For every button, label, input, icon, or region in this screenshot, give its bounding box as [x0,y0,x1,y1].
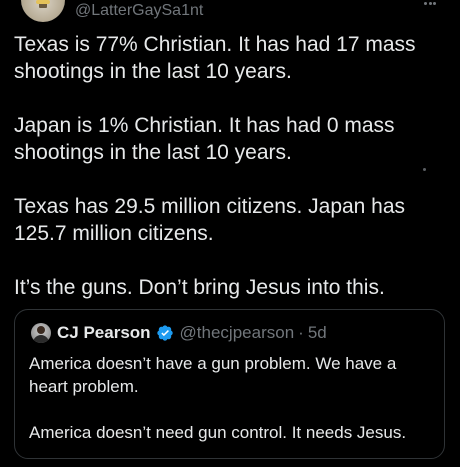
quoted-author-avatar[interactable] [31,323,51,343]
quoted-paragraph: America doesn’t need gun control. It nee… [29,423,407,442]
quoted-timestamp[interactable]: 5d [308,323,327,343]
tweet-body: Texas is 77% Christian. It has had 17 ma… [14,31,446,328]
author-handle[interactable]: @LatterGaySa1nt [75,2,203,20]
avatar-shoulders [33,335,49,343]
tweet-paragraph: Texas has 29.5 million citizens. Japan h… [14,195,406,245]
author-avatar[interactable] [21,0,65,22]
quoted-tweet-body: America doesn’t have a gun problem. We h… [29,352,434,467]
tweet-paragraph: Texas is 77% Christian. It has had 17 ma… [14,33,416,83]
quoted-tweet-header: CJ Pearson @thecjpearson · 5d [31,322,327,344]
tweet-paragraph: It’s the guns. Don’t bring Jesus into th… [14,276,385,299]
quoted-paragraph: America doesn’t have a gun problem. We h… [29,354,397,396]
quoted-tweet[interactable]: CJ Pearson @thecjpearson · 5d America do… [14,309,445,459]
tweet-paragraph: Japan is 1% Christian. It has had 0 mass… [14,114,395,164]
quoted-author-handle[interactable]: @thecjpearson [180,323,295,343]
tweet: @LatterGaySa1nt Texas is 77% Christian. … [0,0,460,459]
quoted-author-name[interactable]: CJ Pearson [57,323,151,343]
separator-dot: · [298,323,304,342]
verified-badge-icon [156,325,173,341]
more-options-icon[interactable] [424,2,436,6]
avatar-halo [36,0,50,4]
avatar-head [37,326,45,334]
